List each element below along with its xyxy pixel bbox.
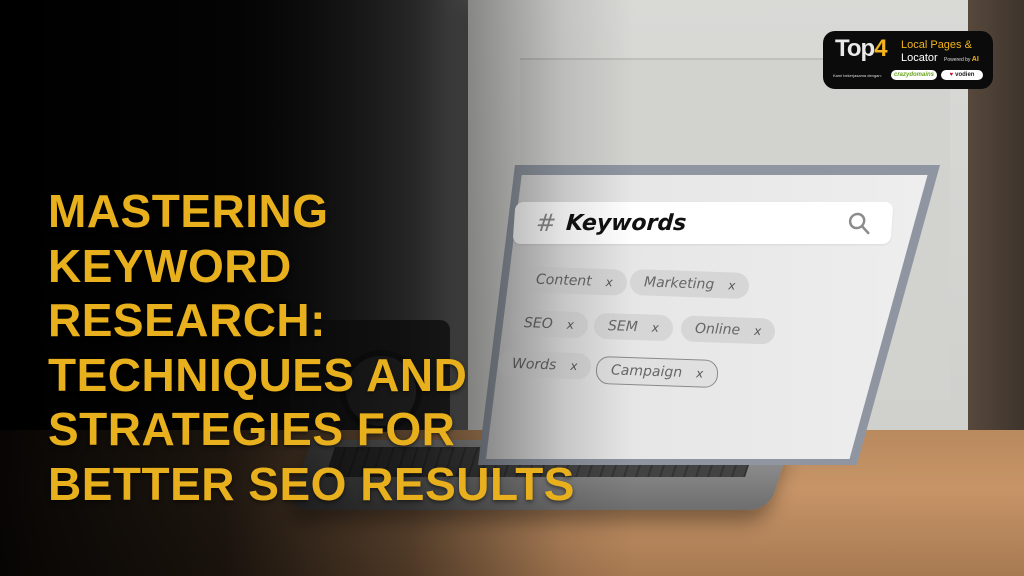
headline-line: BETTER SEO RESULTS bbox=[48, 457, 575, 510]
search-icon[interactable] bbox=[845, 210, 873, 236]
headline: MASTERING KEYWORD RESEARCH: TECHNIQUES A… bbox=[48, 184, 575, 511]
powered-by: Powered by AI bbox=[944, 56, 979, 63]
headline-line: TECHNIQUES AND bbox=[48, 348, 468, 401]
tag-label: Online bbox=[694, 320, 741, 339]
keyword-tag[interactable]: Marketing x bbox=[629, 268, 750, 300]
keyword-tag[interactable]: SEM x bbox=[593, 312, 674, 342]
tag-label: Campaign bbox=[610, 362, 683, 381]
keyword-tag-selected[interactable]: Campaign x bbox=[595, 355, 719, 389]
brand-name: Top bbox=[835, 35, 875, 62]
brand-tagline-1: Local Pages & bbox=[901, 39, 972, 51]
remove-tag-icon[interactable]: x bbox=[652, 321, 660, 335]
hero-banner: # Keywords Content x Marketing x SEO x S… bbox=[0, 0, 1024, 576]
partner-name: vodien bbox=[955, 72, 975, 78]
tag-label: SEM bbox=[607, 318, 639, 336]
powered-by-label: Powered by bbox=[944, 57, 971, 63]
search-value: Keywords bbox=[565, 210, 688, 236]
headline-line: STRATEGIES FOR bbox=[48, 403, 456, 455]
remove-tag-icon[interactable]: x bbox=[754, 324, 762, 338]
remove-tag-icon[interactable]: x bbox=[605, 275, 613, 289]
powered-by-ai: AI bbox=[971, 56, 979, 63]
tag-label: Marketing bbox=[643, 274, 715, 293]
keyword-tag[interactable]: Online x bbox=[680, 315, 776, 345]
partner-label: Kami bekerjasama dengan: bbox=[833, 73, 882, 78]
top4-logo-badge: Top4 Local Pages & Locator Powered by AI… bbox=[823, 31, 993, 89]
headline-line: MASTERING bbox=[48, 185, 329, 237]
remove-tag-icon[interactable]: x bbox=[728, 278, 736, 292]
brand-tagline-2: Locator bbox=[901, 52, 938, 64]
headline-line: RESEARCH: bbox=[48, 294, 326, 346]
remove-tag-icon[interactable]: x bbox=[696, 366, 704, 380]
vodien-icon: ♥ bbox=[949, 72, 954, 78]
headline-line: KEYWORD bbox=[48, 239, 292, 292]
brand-logo: Top4 bbox=[835, 35, 888, 63]
partner-logo-crazydomains: crazydomains bbox=[891, 70, 937, 80]
partner-logo-vodien: ♥ vodien bbox=[941, 70, 983, 80]
brand-number: 4 bbox=[874, 35, 887, 62]
